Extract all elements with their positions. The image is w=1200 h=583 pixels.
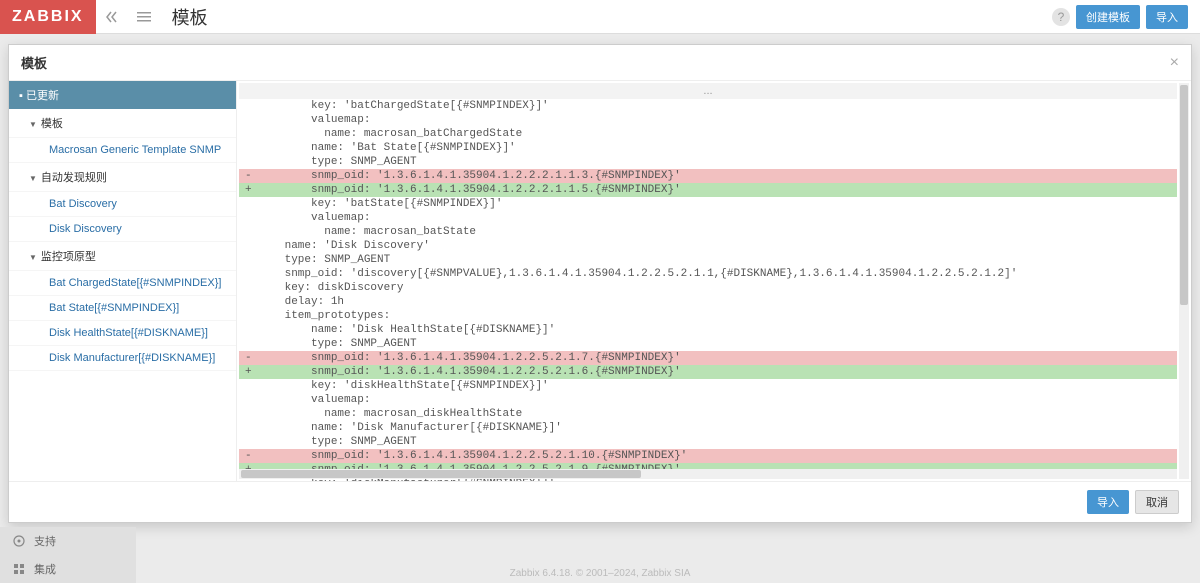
diff-line: key: diskDiscovery: [239, 281, 1177, 295]
diff-line: name: macrosan_diskHealthState: [239, 407, 1177, 421]
diff-line-added: + snmp_oid: '1.3.6.1.4.1.35904.1.2.2.2.1…: [239, 183, 1177, 197]
diff-line-added: + snmp_oid: '1.3.6.1.4.1.35904.1.2.2.5.2…: [239, 365, 1177, 379]
page-title: 模板: [172, 4, 208, 30]
tree-section-discovery[interactable]: 自动发现规则: [9, 163, 236, 192]
modal-title: 模板: [21, 53, 47, 72]
integrations-icon: [12, 562, 26, 576]
create-template-button[interactable]: 创建模板: [1076, 5, 1140, 29]
diff-pane[interactable]: ... key: 'batChargedState[{#SNMPINDEX}]'…: [237, 81, 1191, 481]
close-icon[interactable]: ×: [1170, 54, 1179, 72]
changes-tree: ▪ 已更新 模板 Macrosan Generic Template SNMP …: [9, 81, 237, 481]
cancel-button[interactable]: 取消: [1135, 490, 1179, 514]
bottom-sidebar: 支持 集成: [0, 527, 136, 583]
tree-section-prototypes[interactable]: 监控项原型: [9, 242, 236, 271]
import-button-top[interactable]: 导入: [1146, 5, 1188, 29]
vertical-scrollbar[interactable]: [1179, 83, 1189, 479]
sidebar-item-integrations[interactable]: 集成: [0, 555, 136, 583]
diff-line: name: 'Disk HealthState[{#DISKNAME}]': [239, 323, 1177, 337]
diff-line: delay: 1h: [239, 295, 1177, 309]
logo: ZABBIX: [0, 0, 96, 34]
import-confirm-button[interactable]: 导入: [1087, 490, 1129, 514]
tree-link-prototype[interactable]: Bat ChargedState[{#SNMPINDEX}]: [9, 271, 236, 296]
collapse-nav-icon[interactable]: [96, 0, 128, 34]
tree-link-prototype[interactable]: Disk HealthState[{#DISKNAME}]: [9, 321, 236, 346]
tree-updated-badge[interactable]: ▪ 已更新: [9, 81, 236, 109]
diff-line-removed: - snmp_oid: '1.3.6.1.4.1.35904.1.2.2.5.2…: [239, 449, 1177, 463]
tree-section-templates[interactable]: 模板: [9, 109, 236, 138]
diff-line: name: 'Disk Discovery': [239, 239, 1177, 253]
sidebar-item-support[interactable]: 支持: [0, 527, 136, 555]
diff-line: name: macrosan_batChargedState: [239, 127, 1177, 141]
diff-line: type: SNMP_AGENT: [239, 155, 1177, 169]
diff-line: name: 'Bat State[{#SNMPINDEX}]': [239, 141, 1177, 155]
diff-line-removed: - snmp_oid: '1.3.6.1.4.1.35904.1.2.2.2.1…: [239, 169, 1177, 183]
diff-line: type: SNMP_AGENT: [239, 435, 1177, 449]
diff-line: key: 'diskHealthState[{#SNMPINDEX}]': [239, 379, 1177, 393]
import-preview-modal: 模板 × ▪ 已更新 模板 Macrosan Generic Template …: [8, 44, 1192, 523]
diff-line: type: SNMP_AGENT: [239, 253, 1177, 267]
footer-copyright: Zabbix 6.4.18. © 2001–2024, Zabbix SIA: [510, 568, 691, 579]
tree-link-template[interactable]: Macrosan Generic Template SNMP: [9, 138, 236, 163]
diff-line: type: SNMP_AGENT: [239, 337, 1177, 351]
diff-line: valuemap:: [239, 113, 1177, 127]
menu-icon[interactable]: [128, 0, 160, 34]
diff-line: name: 'Disk Manufacturer[{#DISKNAME}]': [239, 421, 1177, 435]
tree-link-discovery[interactable]: Disk Discovery: [9, 217, 236, 242]
horizontal-scrollbar[interactable]: [239, 469, 1177, 479]
tree-link-discovery[interactable]: Bat Discovery: [9, 192, 236, 217]
diff-line: item_prototypes:: [239, 309, 1177, 323]
diff-line: valuemap:: [239, 393, 1177, 407]
diff-line: snmp_oid: 'discovery[{#SNMPVALUE},1.3.6.…: [239, 267, 1177, 281]
tree-link-prototype[interactable]: Disk Manufacturer[{#DISKNAME}]: [9, 346, 236, 371]
support-icon: [12, 534, 26, 548]
diff-line-removed: - snmp_oid: '1.3.6.1.4.1.35904.1.2.2.5.2…: [239, 351, 1177, 365]
diff-line: key: 'batChargedState[{#SNMPINDEX}]': [239, 99, 1177, 113]
tree-link-prototype[interactable]: Bat State[{#SNMPINDEX}]: [9, 296, 236, 321]
diff-line: name: macrosan_batState: [239, 225, 1177, 239]
diff-line: valuemap:: [239, 211, 1177, 225]
help-icon[interactable]: ?: [1052, 8, 1070, 26]
diff-ellipsis: ...: [239, 83, 1177, 99]
sidebar-item-label: 集成: [34, 561, 56, 577]
sidebar-item-label: 支持: [34, 533, 56, 549]
diff-line: key: 'batState[{#SNMPINDEX}]': [239, 197, 1177, 211]
